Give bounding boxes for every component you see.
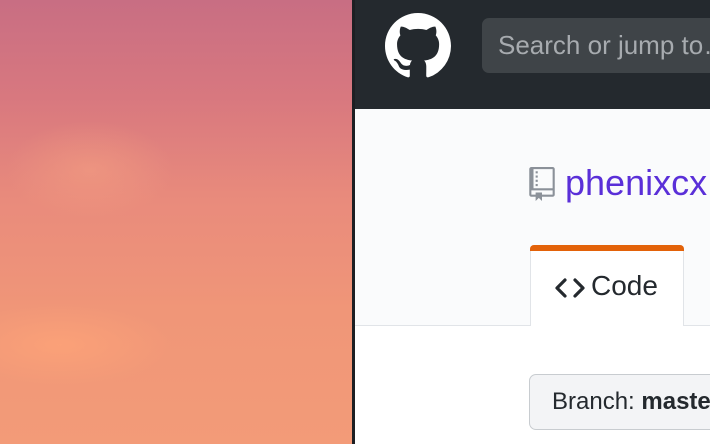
repo-owner-link[interactable]: phenixcx [565, 162, 707, 204]
github-octocat-icon[interactable] [385, 13, 451, 79]
branch-prefix: Branch: [552, 388, 635, 415]
branch-name: master [641, 388, 710, 415]
tab-code-label: Code [591, 270, 658, 301]
github-header: Search or jump to… [355, 0, 710, 109]
desktop-wallpaper [0, 0, 353, 444]
repo-icon [529, 167, 555, 201]
tab-selected-indicator [530, 245, 684, 251]
code-brackets-icon [555, 278, 585, 298]
search-input[interactable]: Search or jump to… [482, 18, 710, 73]
branch-select-button[interactable]: Branch: master [529, 374, 710, 430]
browser-window: Search or jump to… phenixcx Code Branch:… [355, 0, 710, 444]
